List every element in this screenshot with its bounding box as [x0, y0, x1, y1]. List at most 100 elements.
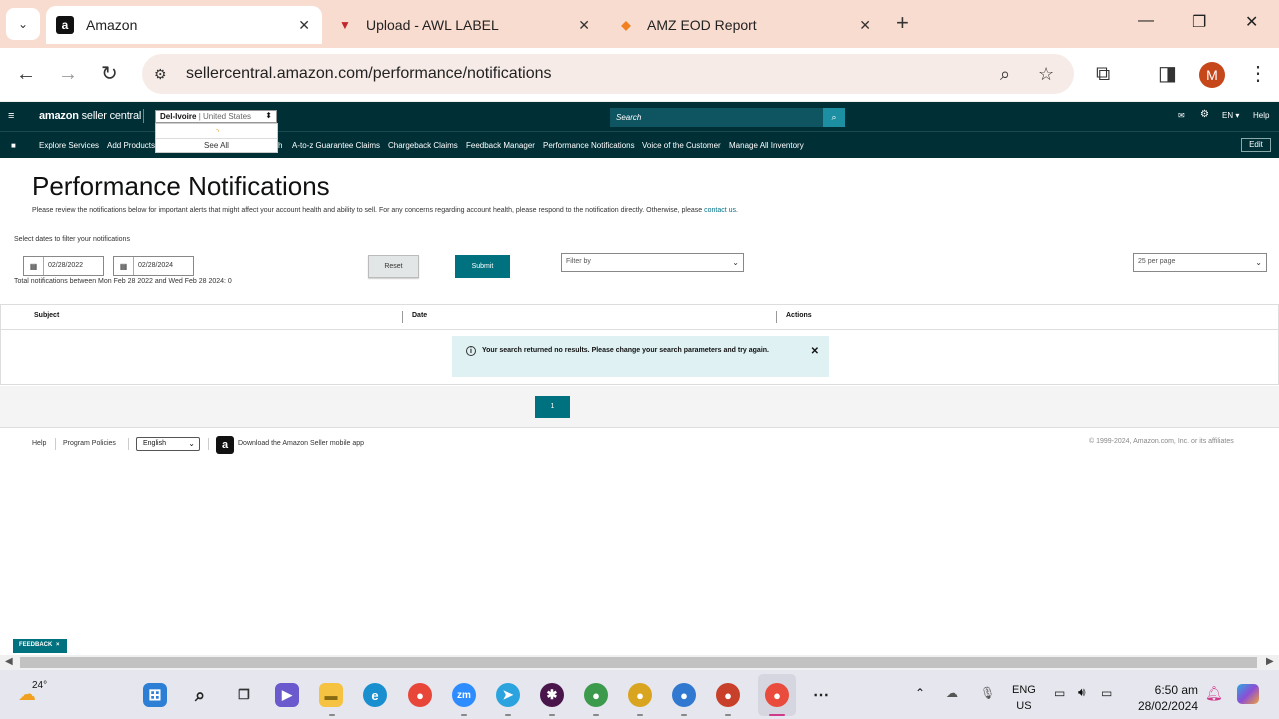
lang-line2: US [1016, 700, 1032, 712]
mail-icon[interactable]: ✉ [1178, 111, 1185, 120]
battery-icon[interactable]: ▭ [1101, 686, 1112, 700]
nav-truncated-item[interactable]: h [278, 141, 282, 150]
scroll-right-arrow-icon[interactable]: ▶ [1266, 656, 1274, 667]
search-input[interactable]: Search [610, 108, 823, 127]
nav-explore-services[interactable]: Explore Services [39, 141, 99, 150]
close-window-icon[interactable]: ✕ [1245, 12, 1258, 32]
notification-bell-icon[interactable]: 🔔︎ [1205, 685, 1223, 702]
site-settings-icon[interactable]: ⚙ [154, 66, 167, 83]
tab-search-dropdown-icon[interactable]: ⌄ [6, 8, 40, 40]
scrollbar-thumb[interactable] [20, 657, 1257, 668]
hamburger-menu-icon[interactable]: ≡ [8, 110, 14, 122]
lang-line1: ENG [1012, 684, 1036, 696]
bookmark-icon[interactable]: ■ [11, 141, 16, 150]
teams-chat-icon[interactable]: ▶ [275, 683, 299, 707]
minimize-icon[interactable]: — [1138, 12, 1154, 30]
nav-performance-notifications[interactable]: Performance Notifications [543, 141, 635, 150]
volume-icon[interactable]: 🔊︎ [1078, 685, 1086, 700]
nav-a-to-z-claims[interactable]: A-to-z Guarantee Claims [292, 141, 380, 150]
input-language-indicator[interactable]: ENG US [1012, 682, 1036, 714]
settings-gear-icon[interactable]: ⚙ [1200, 109, 1209, 120]
menu-kebab-icon[interactable]: ⋮ [1248, 62, 1268, 86]
date-from-field[interactable]: ▦ 02/28/2022 [23, 256, 104, 276]
back-arrow-icon[interactable]: ← [16, 62, 36, 86]
forward-arrow-icon[interactable]: → [58, 62, 78, 86]
search-icon[interactable]: ⌕ [823, 108, 845, 127]
column-subject[interactable]: Subject [34, 312, 59, 319]
chrome-active-icon[interactable]: ● [765, 683, 789, 707]
filter-by-select[interactable]: Filter by ⌄ [561, 253, 744, 272]
program-policies-link[interactable]: Program Policies [63, 440, 116, 447]
footer-language-value: English [143, 440, 166, 447]
side-panel-icon[interactable]: ◨ [1158, 62, 1177, 86]
close-alert-icon[interactable]: ✕ [811, 346, 819, 357]
per-page-select[interactable]: 25 per page ⌄ [1133, 253, 1267, 272]
extensions-icon[interactable]: ⧉ [1096, 62, 1110, 86]
more-apps-icon[interactable]: ⋯ [809, 683, 833, 707]
task-view-icon[interactable]: ❐ [232, 683, 256, 707]
help-link[interactable]: Help [1253, 111, 1269, 120]
calendar-icon[interactable]: ▦ [24, 257, 44, 275]
tab-amazon[interactable]: a Amazon ✕ [46, 6, 322, 44]
edge-browser-icon[interactable]: e [363, 683, 387, 707]
telegram-icon[interactable]: ➤ [496, 683, 520, 707]
taskbar-search-icon[interactable]: ⌕ [188, 683, 212, 707]
clock[interactable]: 6:50 am 28/02/2024 [1134, 682, 1198, 714]
footer-language-select[interactable]: English ⌄ [136, 437, 200, 451]
close-tab-icon[interactable]: ✕ [859, 17, 871, 34]
feedback-button[interactable]: FEEDBACK × [13, 639, 67, 653]
file-explorer-icon[interactable]: ▬ [319, 683, 343, 707]
tab-title: Upload - AWL LABEL [366, 17, 499, 33]
zoom-app-icon[interactable]: zm [452, 683, 476, 707]
tab-amz-eod-report[interactable]: ◆ AMZ EOD Report ✕ [607, 6, 883, 44]
contact-us-link[interactable]: contact us [704, 207, 736, 214]
tab-upload-awl-label[interactable]: ▼ Upload - AWL LABEL ✕ [326, 6, 602, 44]
reset-button[interactable]: Reset [368, 255, 419, 278]
microphone-icon[interactable]: 🎙︎ [980, 686, 995, 700]
copilot-icon[interactable] [1237, 684, 1259, 704]
weather-icon[interactable]: ☁ 24° [18, 680, 47, 706]
horizontal-scrollbar[interactable]: ◀ ▶ [0, 655, 1279, 670]
account-switcher[interactable]: Del-Ivoire | United States ⬍ [155, 110, 277, 123]
running-indicator [637, 714, 643, 716]
chrome-profile-1-icon[interactable]: ● [584, 683, 608, 707]
reload-icon[interactable]: ↻ [101, 62, 118, 86]
new-tab-icon[interactable]: + [896, 12, 909, 34]
slack-icon[interactable]: ✱ [540, 683, 564, 707]
seller-central-logo[interactable]: amazon seller central [39, 110, 141, 122]
profile-avatar[interactable]: M [1199, 62, 1225, 88]
network-icon[interactable]: ▭ [1054, 686, 1065, 700]
onedrive-icon[interactable]: ☁ [946, 686, 958, 700]
nav-feedback-manager[interactable]: Feedback Manager [466, 141, 535, 150]
url-text[interactable]: sellercentral.amazon.com/performance/not… [186, 65, 552, 83]
calendar-icon[interactable]: ▦ [114, 257, 134, 275]
address-bar[interactable]: ⚙ sellercentral.amazon.com/performance/n… [142, 54, 1074, 94]
nav-add-products[interactable]: Add Products [107, 141, 155, 150]
scroll-left-arrow-icon[interactable]: ◀ [5, 656, 13, 667]
language-selector[interactable]: EN ▾ [1222, 111, 1239, 120]
close-tab-icon[interactable]: ✕ [298, 17, 310, 34]
chrome-profile-2-icon[interactable]: ● [628, 683, 652, 707]
bookmark-star-icon[interactable]: ☆ [1038, 64, 1054, 85]
zoom-icon[interactable]: ⌕ [1000, 64, 1010, 85]
nav-chargeback-claims[interactable]: Chargeback Claims [388, 141, 458, 150]
chrome-profile-3-icon[interactable]: ● [672, 683, 696, 707]
tray-overflow-chevron-icon[interactable]: ⌃ [915, 686, 925, 700]
download-app-link[interactable]: Download the Amazon Seller mobile app [238, 440, 364, 447]
date-to-field[interactable]: ▦ 02/28/2024 [113, 256, 194, 276]
submit-button[interactable]: Submit [455, 255, 510, 278]
chrome-icon[interactable]: ● [408, 683, 432, 707]
feedback-close-icon[interactable]: × [56, 642, 60, 648]
see-all-link[interactable]: See All [156, 138, 277, 150]
windows-start-icon[interactable]: ⊞ [143, 683, 167, 707]
edit-nav-button[interactable]: Edit [1241, 138, 1271, 152]
close-tab-icon[interactable]: ✕ [578, 17, 590, 34]
footer-help-link[interactable]: Help [32, 440, 46, 447]
amazon-app-icon[interactable]: a [216, 436, 234, 454]
nav-manage-inventory[interactable]: Manage All Inventory [729, 141, 804, 150]
nav-voice-of-customer[interactable]: Voice of the Customer [642, 141, 721, 150]
column-date[interactable]: Date [412, 312, 427, 319]
restore-icon[interactable]: ❐ [1192, 12, 1206, 32]
page-1-button[interactable]: 1 [535, 396, 570, 418]
chrome-profile-4-icon[interactable]: ● [716, 683, 740, 707]
